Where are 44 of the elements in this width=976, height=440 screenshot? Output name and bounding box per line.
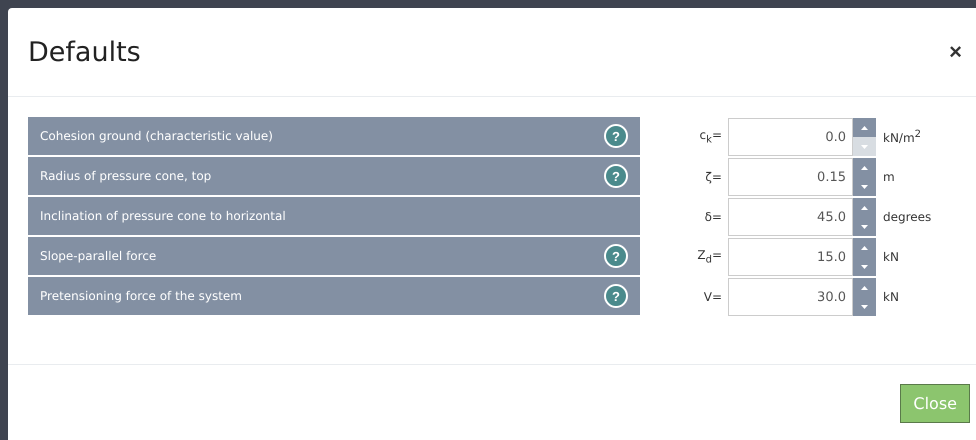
parameter-label: Slope-parallel force <box>40 249 156 263</box>
caret-up-icon <box>861 126 868 130</box>
increment-button[interactable] <box>853 238 876 257</box>
decrement-button[interactable] <box>853 257 876 276</box>
symbol-label: Z$_{d}$= <box>696 248 722 266</box>
decrement-button[interactable] <box>853 297 876 316</box>
unit-label: m <box>883 170 895 184</box>
unit-label: kN <box>883 250 899 264</box>
parameter-label: Pretensioning force of the system <box>40 289 242 303</box>
parameter-label: Cohesion ground (characteristic value) <box>40 129 273 143</box>
unit-label: degrees <box>883 210 932 224</box>
parameter-label: Radius of pressure cone, top <box>40 169 212 183</box>
caret-up-icon <box>861 166 868 170</box>
decrement-button[interactable] <box>853 217 876 236</box>
increment-button[interactable] <box>853 158 876 177</box>
increment-button[interactable] <box>853 118 876 137</box>
symbol-label: c$_{k}$= <box>698 128 722 146</box>
caret-down-icon <box>861 224 868 228</box>
caret-up-icon <box>861 206 868 210</box>
help-icon[interactable]: ? <box>604 124 628 148</box>
number-field[interactable]: 0.15 <box>728 158 853 196</box>
caret-down-icon <box>861 304 868 308</box>
symbol-label: V= <box>702 290 722 304</box>
caret-up-icon <box>861 246 868 250</box>
caret-down-icon <box>861 184 868 188</box>
caret-down-icon <box>861 264 868 268</box>
decrement-button[interactable] <box>853 177 876 196</box>
number-field[interactable]: 15.0 <box>728 238 853 276</box>
parameter-label: Inclination of pressure cone to horizontal <box>40 209 286 223</box>
unit-label: kN <box>883 290 899 304</box>
help-icon[interactable]: ? <box>604 244 628 268</box>
symbol-label: δ= <box>704 210 722 224</box>
increment-button[interactable] <box>853 278 876 297</box>
unit-label: kN/m$^{2}$ <box>883 129 922 145</box>
help-icon[interactable]: ? <box>604 164 628 188</box>
caret-down-icon <box>861 144 868 148</box>
increment-button[interactable] <box>853 198 876 217</box>
number-field[interactable]: 0.0 <box>728 118 853 156</box>
caret-up-icon <box>861 286 868 290</box>
dialog-title: Defaults <box>28 36 141 68</box>
symbol-label: ζ= <box>704 170 722 184</box>
help-icon[interactable]: ? <box>604 284 628 308</box>
number-field[interactable]: 45.0 <box>728 198 853 236</box>
number-field[interactable]: 30.0 <box>728 278 853 316</box>
